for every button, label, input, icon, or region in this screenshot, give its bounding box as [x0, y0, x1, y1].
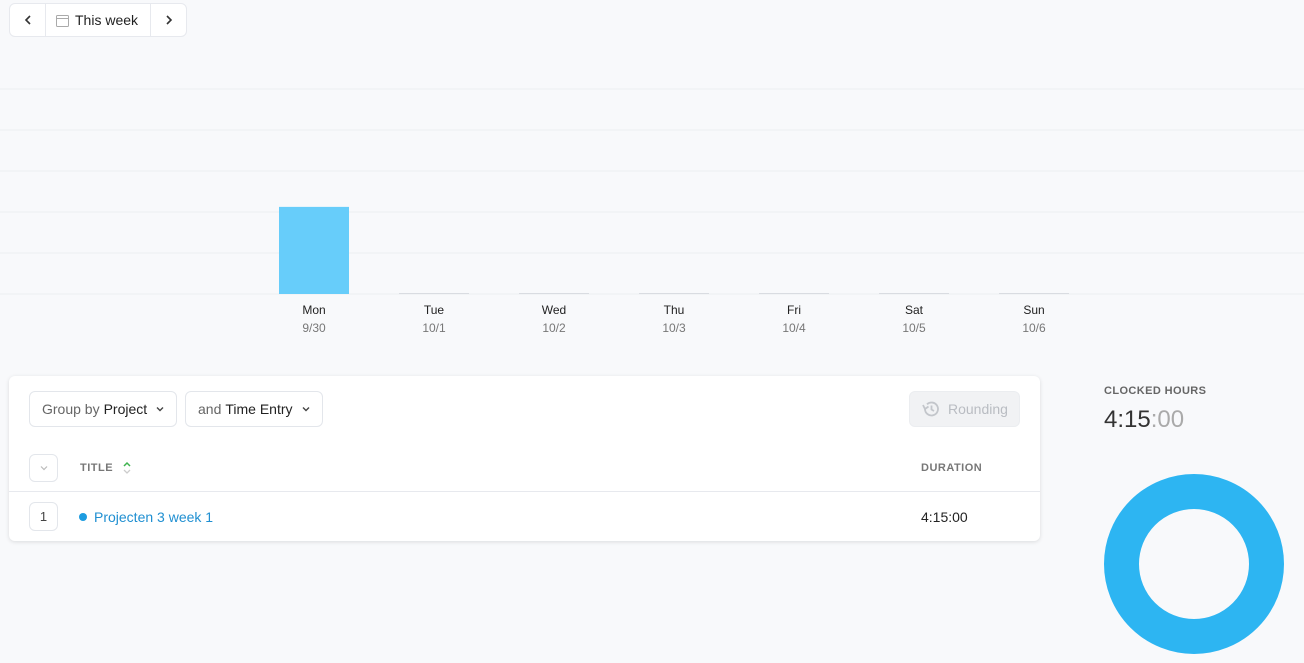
day-label-mon: Mon: [302, 303, 325, 317]
then-group-by-dropdown[interactable]: and Time Entry: [185, 391, 323, 427]
title-column-header[interactable]: TITLE: [80, 461, 132, 475]
next-week-button[interactable]: [151, 4, 186, 36]
date-range-label: This week: [75, 12, 139, 28]
day-label-wed: Wed: [542, 303, 566, 317]
chevron-down-icon: [302, 407, 310, 412]
date-range-picker[interactable]: This week: [45, 4, 151, 36]
bar-sat: [879, 293, 949, 294]
date-label-fri: 10/4: [782, 321, 806, 335]
bar-fri: [759, 293, 829, 294]
date-label-mon: 9/30: [302, 321, 326, 335]
date-label-tue: 10/1: [422, 321, 446, 335]
group-by-dropdown[interactable]: Group by Project: [29, 391, 178, 427]
day-label-sun: Sun: [1023, 303, 1044, 317]
then-group-value: Time Entry: [225, 401, 293, 417]
chevron-down-icon: [156, 407, 164, 412]
rounding-label: Rounding: [948, 401, 1008, 417]
project-color-dot: [79, 513, 87, 521]
bar-thu: [639, 293, 709, 294]
day-label-sat: Sat: [905, 303, 924, 317]
clocked-hours-label: CLOCKED HOURS: [1104, 385, 1207, 397]
title-header-label: TITLE: [80, 462, 114, 474]
date-label-wed: 10/2: [542, 321, 566, 335]
then-group-prefix: and: [198, 401, 222, 417]
week-navigator: This week: [9, 3, 187, 37]
rounding-button[interactable]: Rounding: [909, 391, 1020, 427]
project-title-link[interactable]: Projecten 3 week 1: [94, 509, 213, 525]
project-duration: 4:15:00: [921, 509, 968, 525]
header-divider: [9, 491, 1040, 492]
bar-tue: [399, 293, 469, 294]
clocked-hours-value: 4:15:00: [1104, 406, 1184, 434]
day-label-thu: Thu: [664, 303, 685, 317]
day-label-fri: Fri: [787, 303, 801, 317]
donut-segment-projecten-3-week-1: [1104, 474, 1284, 654]
date-label-thu: 10/3: [662, 321, 686, 335]
previous-week-button[interactable]: [10, 4, 45, 36]
chevron-left-icon: [24, 15, 31, 25]
calendar-icon: [56, 14, 69, 27]
chevron-down-icon: [40, 466, 47, 471]
day-label-tue: Tue: [424, 303, 445, 317]
group-by-value: Project: [103, 401, 148, 417]
bar-mon[interactable]: [279, 206, 349, 294]
date-label-sat: 10/5: [902, 321, 926, 335]
project-donut-chart: [1104, 474, 1284, 654]
clocked-hours-main: 4:15: [1104, 406, 1151, 433]
bar-sun: [999, 293, 1069, 294]
sort-icon: [123, 461, 131, 474]
date-label-sun: 10/6: [1022, 321, 1046, 335]
weekly-hours-chart: Mon 9/30 Tue 10/1 Wed 10/2 Thu 10/3 Fri 10/4 Sat 10…: [0, 88, 1304, 335]
clocked-hours-seconds: :00: [1150, 406, 1185, 433]
duration-column-header: DURATION: [921, 462, 983, 474]
bar-wed: [519, 293, 589, 294]
row-entry-count[interactable]: 1: [29, 502, 58, 531]
report-table-card: Group by Project and Time Entry Rounding…: [9, 376, 1040, 541]
expand-all-button[interactable]: [29, 454, 58, 482]
chevron-right-icon: [165, 15, 172, 25]
history-icon: [922, 401, 939, 417]
group-by-prefix: Group by: [42, 401, 100, 417]
